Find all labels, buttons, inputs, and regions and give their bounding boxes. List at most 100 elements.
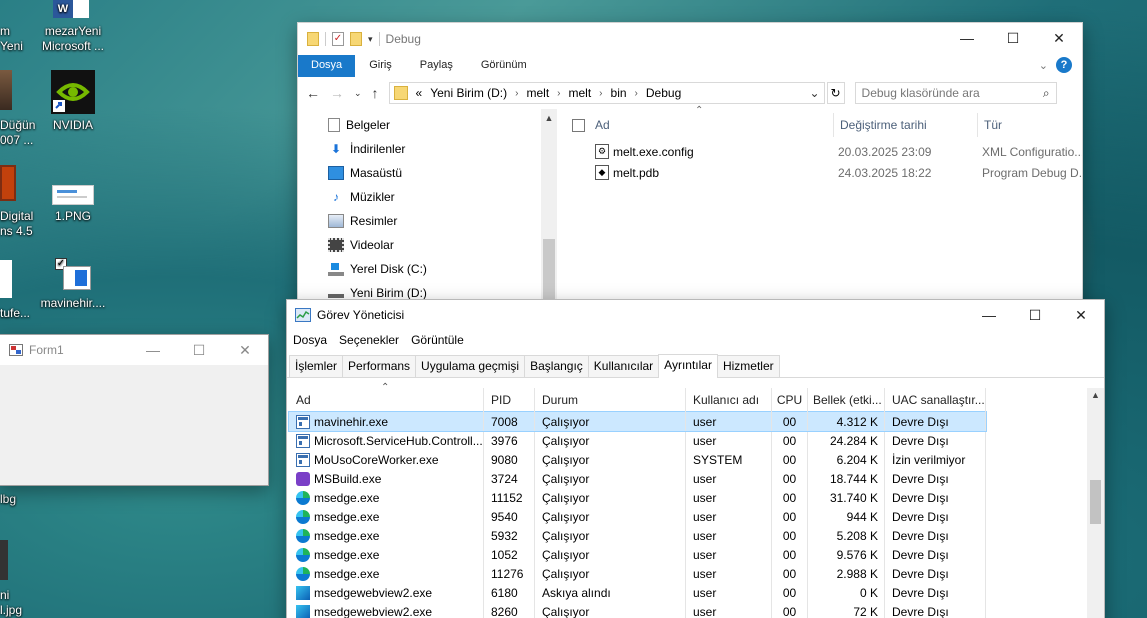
- maximize-button[interactable]: ☐: [176, 335, 222, 365]
- maximize-button[interactable]: ☐: [1012, 300, 1058, 330]
- ribbon-tab-giris[interactable]: Giriş: [355, 55, 406, 77]
- nav-item-muzikler[interactable]: ♪ Müzikler: [298, 185, 557, 209]
- column-header-pid[interactable]: PID: [484, 388, 535, 412]
- ribbon-tab-paylas[interactable]: Paylaş: [406, 55, 467, 77]
- desktop-icon-digital[interactable]: Digital ns 4.5: [0, 165, 33, 239]
- process-name-cell: Microsoft.ServiceHub.Controll...: [289, 431, 484, 450]
- table-row[interactable]: msedge.exe 11152 Çalışıyor user 00 31.740 K De…: [289, 488, 986, 507]
- table-row[interactable]: msedgewebview2.exe 8260 Çalışıyor user 00 72 …: [289, 602, 986, 618]
- nav-item-yerel-disk[interactable]: Yerel Disk (C:): [298, 257, 557, 281]
- column-header-uac[interactable]: UAC sanallaştır...: [885, 388, 986, 412]
- desktop-icon-mezar[interactable]: W mezarYeni Microsoft ...: [33, 0, 113, 54]
- breadcrumb-overflow[interactable]: «: [416, 86, 423, 100]
- close-button[interactable]: ✕: [222, 335, 268, 365]
- table-row[interactable]: MSBuild.exe 3724 Çalışıyor user 00 18.744 K De…: [289, 469, 986, 488]
- tab-hizmetler[interactable]: Hizmetler: [716, 355, 780, 377]
- breadcrumb-chevron-icon[interactable]: ›: [515, 88, 518, 99]
- recent-dropdown-icon[interactable]: ⌄: [354, 88, 362, 99]
- menu-bar: Dosya Seçenekler Görüntüle: [287, 330, 1104, 350]
- table-row[interactable]: mavinehir.exe 7008 Çalışıyor user 00 4.312 KD…: [288, 411, 987, 432]
- back-arrow-icon[interactable]: ←: [306, 85, 320, 101]
- nav-item-belgeler[interactable]: Belgeler: [298, 113, 557, 137]
- menu-secenekler[interactable]: Seçenekler: [339, 333, 399, 347]
- breadcrumb-chevron-icon[interactable]: ›: [557, 88, 560, 99]
- desktop-icon-lbg[interactable]: lbg: [0, 492, 16, 507]
- tab-islemler[interactable]: İşlemler: [289, 355, 344, 377]
- table-row[interactable]: msedgewebview2.exe 6180 Askıya alındı user 0…: [289, 583, 986, 602]
- menu-dosya[interactable]: Dosya: [293, 333, 327, 347]
- search-input[interactable]: Debug klasöründe ara ⌕: [854, 82, 1057, 104]
- tab-performans[interactable]: Performans: [342, 355, 417, 377]
- scroll-up-arrow-icon[interactable]: ▲: [541, 109, 557, 123]
- quick-access-dropdown-icon[interactable]: ▾: [368, 34, 373, 45]
- column-header-cpu[interactable]: CPU: [772, 388, 808, 412]
- maximize-button[interactable]: ☐: [990, 23, 1036, 53]
- minimize-button[interactable]: —: [130, 335, 176, 365]
- cpu-cell: 00: [772, 507, 808, 526]
- column-header-bellek[interactable]: Bellek (etki...: [808, 388, 885, 412]
- tab-baslangic[interactable]: Başlangıç: [524, 355, 589, 377]
- column-header-kullanici[interactable]: Kullanıcı adı: [686, 388, 772, 412]
- properties-icon[interactable]: ✓: [332, 32, 344, 46]
- table-row[interactable]: msedge.exe 11276 Çalışıyor user 00 2.988 K Dev…: [289, 564, 986, 583]
- nav-scrollbar[interactable]: ▲: [541, 109, 557, 311]
- column-header-date[interactable]: Değiştirme tarihi: [840, 118, 977, 132]
- column-header-type[interactable]: Tür: [984, 118, 1002, 132]
- new-folder-icon[interactable]: [350, 32, 362, 46]
- scroll-up-arrow-icon[interactable]: ▲: [1087, 388, 1104, 400]
- select-all-checkbox[interactable]: [572, 118, 585, 132]
- address-dropdown-icon[interactable]: ⌄: [809, 86, 823, 100]
- table-row[interactable]: Microsoft.ServiceHub.Controll... 3976 Çalı…: [289, 431, 986, 450]
- user-cell: user: [686, 602, 772, 618]
- refresh-icon[interactable]: ↻: [826, 82, 845, 104]
- breadcrumb-item[interactable]: melt: [569, 86, 592, 100]
- breadcrumb-item[interactable]: Debug: [646, 86, 681, 100]
- tab-uygulama-gecmisi[interactable]: Uygulama geçmişi: [415, 355, 526, 377]
- desktop-icon-dugun[interactable]: Düğün 007 ...: [0, 70, 35, 148]
- help-icon[interactable]: ?: [1054, 55, 1082, 77]
- desktop-icon-mavinehir[interactable]: ✓ mavinehir....: [33, 258, 113, 311]
- edge-icon: [296, 566, 310, 581]
- nav-item-masaustu[interactable]: Masaüstü: [298, 161, 557, 185]
- forward-arrow-icon[interactable]: →: [330, 85, 344, 101]
- file-row[interactable]: ⚙ melt.exe.config 20.03.2025 23:09 XML C…: [557, 141, 1082, 162]
- table-scrollbar[interactable]: ▲: [1087, 388, 1104, 618]
- user-cell: user: [686, 412, 772, 431]
- desktop-icon-tufe[interactable]: tufe...: [0, 260, 30, 321]
- close-button[interactable]: ✕: [1036, 23, 1082, 53]
- window-app-icon: [296, 433, 310, 448]
- desktop-icon-png[interactable]: 1.PNG: [33, 185, 113, 224]
- ribbon-tab-gorunum[interactable]: Görünüm: [467, 55, 541, 77]
- ribbon-tab-dosya[interactable]: Dosya: [298, 55, 356, 77]
- table-row[interactable]: msedge.exe 1052 Çalışıyor user 00 9.576 K Devr…: [289, 545, 986, 564]
- desktop-icon-jpg[interactable]: ni l.jpg: [0, 540, 22, 618]
- breadcrumb-chevron-icon[interactable]: ›: [599, 88, 602, 99]
- table-row[interactable]: MoUsoCoreWorker.exe 9080 Çalışıyor SYSTEM 00…: [289, 450, 986, 469]
- column-header-name[interactable]: Ad: [595, 118, 833, 132]
- tab-ayrintilar[interactable]: Ayrıntılar: [658, 354, 718, 378]
- table-row[interactable]: msedge.exe 5932 Çalışıyor user 00 5.208 K Devr…: [289, 526, 986, 545]
- column-header-durum[interactable]: Durum: [535, 388, 686, 412]
- breadcrumb-item[interactable]: melt: [526, 86, 549, 100]
- nav-item-videolar[interactable]: Videolar: [298, 233, 557, 257]
- desktop-icon-nvidia[interactable]: NVIDIA: [33, 70, 113, 133]
- menu-goruntule[interactable]: Görüntüle: [411, 333, 464, 347]
- ribbon-expand-icon[interactable]: ⌄: [1033, 55, 1054, 77]
- minimize-button[interactable]: —: [966, 300, 1012, 330]
- table-row[interactable]: msedge.exe 9540 Çalışıyor user 00 944 K Devre …: [289, 507, 986, 526]
- breadcrumb-chevron-icon[interactable]: ›: [635, 88, 638, 99]
- desktop-icon-m[interactable]: m Yeni: [0, 24, 23, 54]
- process-name: MSBuild.exe: [314, 471, 382, 486]
- scroll-thumb[interactable]: [543, 239, 555, 299]
- scroll-thumb[interactable]: [1090, 480, 1101, 524]
- nav-item-resimler[interactable]: Resimler: [298, 209, 557, 233]
- tab-kullanicilar[interactable]: Kullanıcılar: [587, 355, 660, 377]
- up-arrow-icon[interactable]: ↑: [372, 85, 379, 101]
- breadcrumb-item[interactable]: Yeni Birim (D:): [430, 86, 507, 100]
- minimize-button[interactable]: —: [944, 23, 990, 53]
- nav-item-indirilenler[interactable]: ⬇ İndirilenler: [298, 137, 557, 161]
- file-row[interactable]: ◆ melt.pdb 24.03.2025 18:22 Program Debu…: [557, 162, 1082, 183]
- close-button[interactable]: ✕: [1058, 300, 1104, 330]
- breadcrumb-item[interactable]: bin: [611, 86, 627, 100]
- address-bar[interactable]: « Yeni Birim (D:) › melt › melt › bin › …: [388, 82, 825, 104]
